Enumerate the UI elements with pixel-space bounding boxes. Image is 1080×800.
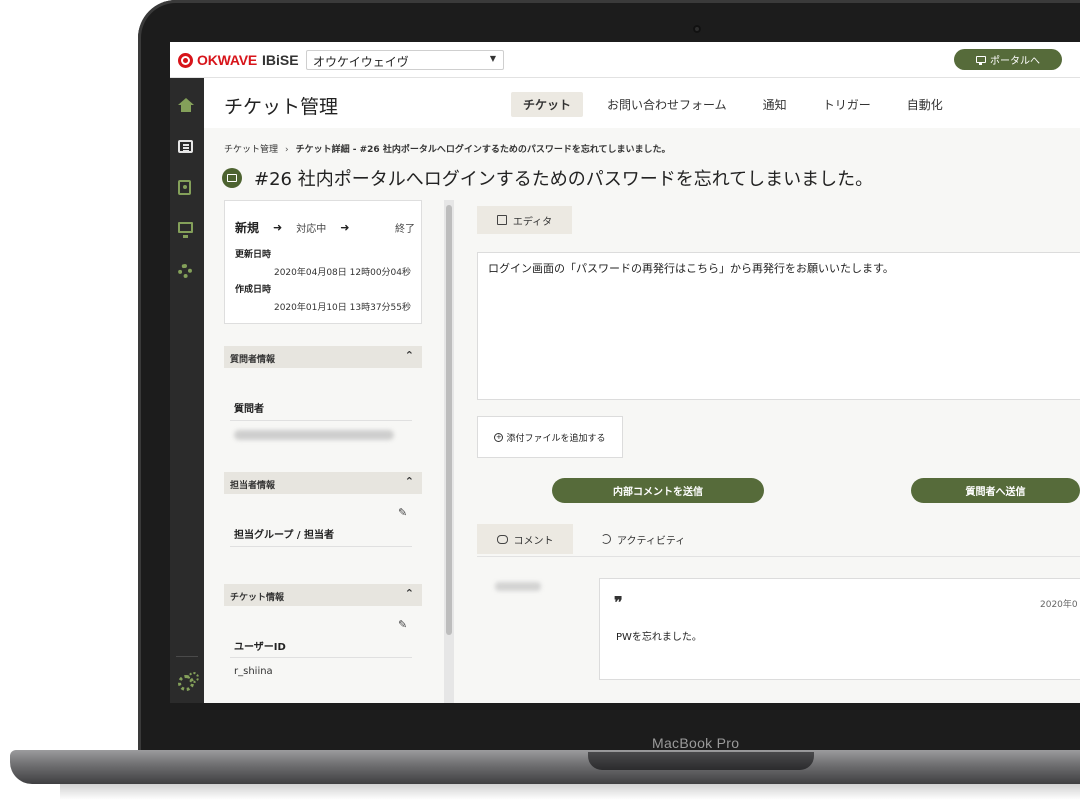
tab-comments-label: コメント <box>513 535 554 547</box>
gears-icon[interactable] <box>178 672 199 691</box>
field-divider <box>230 420 412 421</box>
side-navigation <box>170 78 204 703</box>
field-divider <box>230 657 412 658</box>
nav-divider <box>176 656 198 657</box>
top-bar: OKWAVE IBiSE オウケイウェイヴ ▼ ポータルへ <box>170 42 1080 78</box>
assignee-section-title: 担当者情報 <box>230 481 276 491</box>
webcam <box>693 25 701 33</box>
app-logo[interactable]: OKWAVE IBiSE <box>178 52 299 68</box>
breadcrumb-root[interactable]: チケット管理 <box>224 145 278 155</box>
field-divider <box>230 546 412 547</box>
ticket-heading: #26 社内ポータルへログインするためのパスワードを忘れてしまいました。 <box>222 165 873 191</box>
page-header: チケット管理 チケット お問い合わせフォーム 通知 トリガー 自動化 <box>204 78 1080 128</box>
tab-activity[interactable]: アクティビティ <box>585 524 701 554</box>
tab-notification[interactable]: 通知 <box>751 92 799 117</box>
arrow-right-icon: ➜ <box>340 221 350 234</box>
status-card: 新規 ➜ 対応中 ➜ 終了 更新日時 2020年04月08日 12時00分04秒… <box>224 200 422 324</box>
screen: OKWAVE IBiSE オウケイウェイヴ ▼ ポータルへ チケット管理 チケッ… <box>170 42 1080 703</box>
comment-author-blurred <box>495 582 541 591</box>
ticket-info-section-header[interactable]: チケット情報 ⌃ <box>224 584 422 606</box>
ticket-info-section-title: チケット情報 <box>230 593 285 603</box>
editor-tab[interactable]: エディタ <box>477 206 572 234</box>
status-new[interactable]: 新規 <box>235 219 259 236</box>
edit-icon <box>496 215 507 225</box>
comment-text: PWを忘れました。 <box>616 632 702 643</box>
send-to-requester-button[interactable]: 質問者へ送信 <box>911 478 1080 503</box>
logo-primary-text: OKWAVE <box>197 52 257 68</box>
quote-icon: ❞ <box>614 593 623 612</box>
status-flow: 新規 ➜ 対応中 ➜ 終了 <box>235 219 415 236</box>
assignee-label: 担当グループ / 担当者 <box>234 530 335 541</box>
chevron-up-icon[interactable]: ⌃ <box>405 349 414 362</box>
tab-activity-label: アクティビティ <box>617 535 686 547</box>
tab-comments[interactable]: コメント <box>477 524 573 554</box>
home-icon[interactable] <box>178 98 194 114</box>
send-internal-comment-button[interactable]: 内部コメントを送信 <box>552 478 764 503</box>
pencil-icon[interactable]: ✎ <box>398 506 407 519</box>
monitor-icon[interactable] <box>178 222 193 238</box>
organization-select[interactable]: オウケイウェイヴ ▼ <box>306 50 504 70</box>
requester-section-title: 質問者情報 <box>230 355 276 365</box>
reply-editor[interactable]: ログイン画面の「パスワードの再発行はこちら」から再発行をお願いいたします。 <box>477 252 1080 400</box>
ticket-title: #26 社内ポータルへログインするためのパスワードを忘れてしまいました。 <box>254 169 874 190</box>
add-attachment-button[interactable]: + 添付ファイルを追加する <box>477 416 623 458</box>
logo-secondary-text: IBiSE <box>262 52 299 68</box>
mail-icon <box>222 168 242 188</box>
tab-automation[interactable]: 自動化 <box>895 92 955 117</box>
requester-email-blurred <box>234 430 394 440</box>
comment-bubble-icon <box>496 534 508 544</box>
list-icon[interactable] <box>178 140 193 153</box>
organization-select-value: オウケイウェイヴ <box>313 55 409 69</box>
portal-button-label: ポータルへ <box>990 56 1040 67</box>
reply-editor-content: ログイン画面の「パスワードの再発行はこちら」から再発行をお願いいたします。 <box>488 262 894 275</box>
comment-card: ❞ 2020年0 PWを忘れました。 <box>599 578 1080 680</box>
book-icon[interactable] <box>178 180 191 195</box>
portal-button[interactable]: ポータルへ <box>954 49 1062 70</box>
updated-value: 2020年04月08日 12時00分04秒 <box>273 268 411 278</box>
add-attachment-label: 添付ファイルを追加する <box>506 433 606 444</box>
device-brand-label: MacBook Pro <box>652 735 740 751</box>
history-icon <box>601 534 611 544</box>
tab-ticket[interactable]: チケット <box>511 92 584 117</box>
user-id-label: ユーザーID <box>234 642 286 653</box>
sidebar-scrollbar-thumb[interactable] <box>446 205 452 635</box>
updated-label: 更新日時 <box>235 250 272 260</box>
monitor-icon <box>976 56 986 65</box>
breadcrumb: チケット管理 › チケット詳細 - #26 社内ポータルへログインするためのパスワー… <box>224 142 671 155</box>
laptop-base <box>10 750 1080 784</box>
status-closed[interactable]: 終了 <box>395 220 415 235</box>
caret-down-icon: ▼ <box>489 54 496 63</box>
laptop-shadow <box>60 784 1080 800</box>
tab-inquiry-form[interactable]: お問い合わせフォーム <box>595 92 739 117</box>
tab-divider <box>477 556 1080 557</box>
breadcrumb-separator: › <box>285 145 289 155</box>
requester-label: 質問者 <box>234 404 264 415</box>
created-value: 2020年01月10日 13時37分55秒 <box>273 303 411 313</box>
laptop-notch <box>588 752 814 770</box>
page-title: チケット管理 <box>224 96 339 118</box>
created-label: 作成日時 <box>235 285 272 295</box>
heart-logo-icon <box>178 52 193 68</box>
ticket-sidebar: 新規 ➜ 対応中 ➜ 終了 更新日時 2020年04月08日 12時00分04秒… <box>220 200 444 703</box>
chevron-up-icon[interactable]: ⌃ <box>405 475 414 488</box>
comment-date: 2020年0 <box>1040 600 1078 610</box>
chevron-up-icon[interactable]: ⌃ <box>405 587 414 600</box>
status-in-progress[interactable]: 対応中 <box>296 220 326 235</box>
user-id-value: r_shiina <box>234 666 273 677</box>
arrow-right-icon: ➜ <box>273 221 283 234</box>
gear-icon[interactable] <box>178 264 192 278</box>
breadcrumb-current: チケット詳細 - #26 社内ポータルへログインするためのパスワードを忘れてしま… <box>295 145 671 155</box>
requester-section-header[interactable]: 質問者情報 ⌃ <box>224 346 422 368</box>
header-tabs: チケット お問い合わせフォーム 通知 トリガー 自動化 <box>511 92 955 117</box>
tab-trigger[interactable]: トリガー <box>811 92 883 117</box>
ticket-main: エディタ ログイン画面の「パスワードの再発行はこちら」から再発行をお願いいたしま… <box>457 200 1080 703</box>
assignee-section-header[interactable]: 担当者情報 ⌃ <box>224 472 422 494</box>
editor-tab-label: エディタ <box>512 216 553 228</box>
pencil-icon[interactable]: ✎ <box>398 618 407 631</box>
plus-circle-icon: + <box>494 432 504 442</box>
